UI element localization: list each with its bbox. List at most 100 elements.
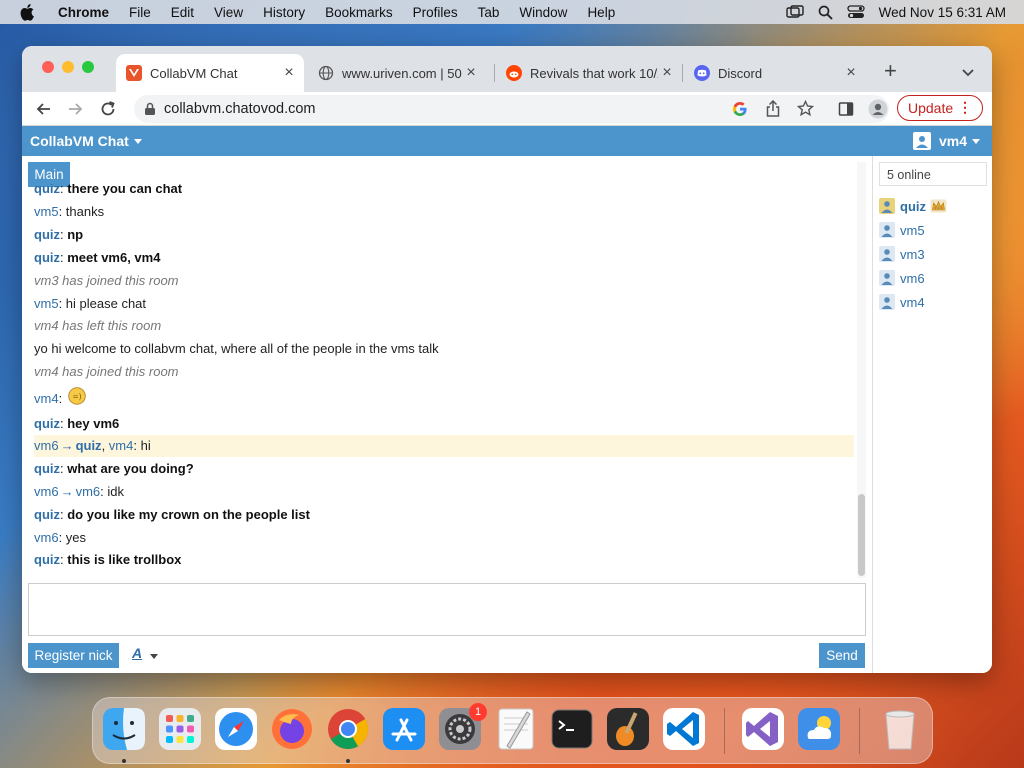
message-nick[interactable]: quiz [34,507,60,522]
dock: 1 [92,697,933,764]
menu-window[interactable]: Window [519,5,567,20]
tab-reddit[interactable]: Revivals that work 10/25 × [496,54,682,92]
firefox-icon[interactable] [269,706,315,752]
message-text: hey vm6 [67,416,120,431]
browser-window: CollabVM Chat × www.uriven.com | 502: Ba… [22,46,992,673]
pm-sender-nick[interactable]: vm6 [34,438,59,453]
message-text: there you can chat [67,184,183,196]
user-icon [879,246,895,262]
menu-view[interactable]: View [214,5,243,20]
zoom-window-button[interactable] [82,61,94,73]
close-tab-icon[interactable]: × [658,64,676,82]
message-log-scrollbar[interactable] [857,162,866,578]
close-tab-icon[interactable]: × [842,64,860,82]
tab-uriven[interactable]: www.uriven.com | 502: Bad gateway × [308,54,486,92]
tab-search-chevron-down-icon[interactable] [962,64,974,82]
scrollbar-thumb[interactable] [858,494,865,576]
share-icon[interactable] [766,100,780,117]
tab-discord[interactable]: Discord × [684,54,866,92]
menu-history[interactable]: History [263,5,305,20]
menu-help[interactable]: Help [587,5,615,20]
apple-icon[interactable] [18,2,38,22]
menu-file[interactable]: File [129,5,151,20]
message-text: yo hi welcome to collabvm chat, where al… [34,341,439,356]
message-row: quiz: meet vm6, vm4 [34,250,161,265]
app-store-icon[interactable] [381,706,427,752]
chrome-icon[interactable] [325,706,371,752]
message-nick[interactable]: vm4 [34,391,59,406]
google-lens-icon[interactable] [732,101,748,117]
menubar-status-area: Wed Nov 15 6:31 AM [785,0,1024,24]
side-panel-icon[interactable] [838,101,854,117]
pm-recipient-nick[interactable]: quiz [76,438,102,453]
address-bar[interactable]: collabvm.chatovod.com [134,95,889,123]
control-center-icon[interactable] [847,5,865,19]
user-list-item[interactable]: vm5 [879,218,989,242]
profile-avatar-icon[interactable] [868,99,888,119]
chat-header: CollabVM Chat vm4 [22,126,992,156]
new-tab-button[interactable]: + [884,58,897,84]
menu-profiles[interactable]: Profiles [413,5,458,20]
launchpad-icon[interactable] [157,706,203,752]
pm-sender-nick[interactable]: vm6 [34,484,59,499]
caret-down-icon [133,139,142,144]
menu-edit[interactable]: Edit [171,5,194,20]
pm-recipient-nick[interactable]: vm6 [76,484,101,499]
textedit-icon[interactable] [493,706,539,752]
user-list-item[interactable]: vm3 [879,242,989,266]
user-list-item[interactable]: vm6 [879,266,989,290]
message-nick[interactable]: quiz [34,250,60,265]
message-input[interactable] [28,583,866,636]
visual-studio-code-icon[interactable] [661,706,707,752]
register-nick-button[interactable]: Register nick [28,643,119,668]
reload-icon[interactable] [98,99,118,119]
message-nick[interactable]: quiz [34,416,60,431]
close-window-button[interactable] [42,61,54,73]
user-list-item[interactable]: vm4 [879,290,989,314]
caret-down-icon[interactable] [150,654,158,659]
finder-icon[interactable] [101,706,147,752]
current-user-menu[interactable]: vm4 [912,132,980,150]
terminal-icon[interactable] [549,706,595,752]
bookmark-star-icon[interactable] [797,100,814,117]
chat-brand-menu[interactable]: CollabVM Chat [30,133,142,149]
message-nick[interactable]: vm5 [34,296,59,311]
message-nick[interactable]: vm5 [34,204,59,219]
spotlight-search-icon[interactable] [818,5,833,20]
forward-arrow-icon[interactable] [65,99,85,119]
update-button[interactable]: Update ⋮ [897,95,983,121]
visual-studio-icon[interactable] [740,706,786,752]
message-nick[interactable]: quiz [34,184,60,196]
screen-mirroring-icon[interactable] [785,5,804,19]
message-nick[interactable]: quiz [34,552,60,567]
text-format-button[interactable]: A [132,645,142,661]
message-row: quiz: do you like my crown on the people… [34,507,310,522]
browser-toolbar: collabvm.chatovod.com Update ⋮ [22,92,992,126]
send-button[interactable]: Send [819,643,865,668]
message-nick[interactable]: vm6 [34,530,59,545]
user-list: quiz vm5 vm3 vm6 vm4 [879,194,989,314]
kebab-menu-icon[interactable]: ⋮ [958,99,972,116]
trash-icon[interactable] [877,706,923,752]
menu-bookmarks[interactable]: Bookmarks [325,5,393,20]
menu-tab[interactable]: Tab [478,5,500,20]
minimize-window-button[interactable] [62,61,74,73]
online-count: 5 online [879,162,987,186]
garageband-icon[interactable] [605,706,651,752]
close-tab-icon[interactable]: × [462,64,480,82]
lock-icon[interactable] [144,102,156,116]
close-tab-icon[interactable]: × [280,64,298,82]
message-nick[interactable]: quiz [34,461,60,476]
safari-icon[interactable] [213,706,259,752]
menu-app-name[interactable]: Chrome [58,5,109,20]
tab-collabvm-chat[interactable]: CollabVM Chat × [116,54,304,92]
message-row: quiz: this is like trollbox [34,552,182,567]
tab-title: Revivals that work 10/25 [530,65,658,81]
weather-icon[interactable] [796,706,842,752]
smiley-emoji-icon: =) [68,387,86,405]
pm-cc-nick[interactable]: vm4 [109,438,134,453]
back-arrow-icon[interactable] [34,99,54,119]
user-list-item[interactable]: quiz [879,194,989,218]
menubar-clock[interactable]: Wed Nov 15 6:31 AM [879,5,1006,20]
message-nick[interactable]: quiz [34,227,60,242]
